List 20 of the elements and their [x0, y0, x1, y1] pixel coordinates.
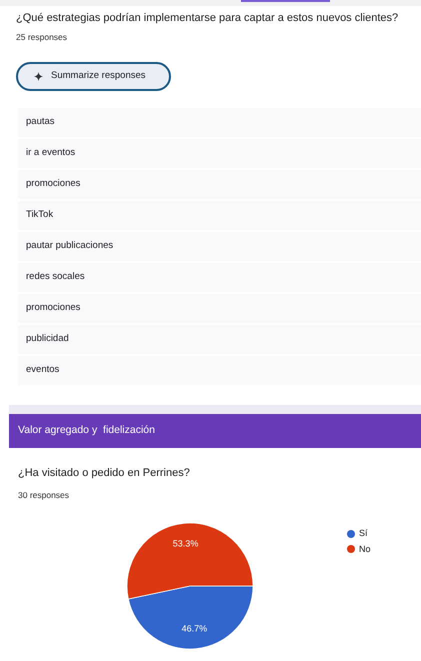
response-row: eventos — [18, 356, 421, 385]
response-row: redes socales — [18, 262, 421, 292]
response-count: 25 responses — [16, 31, 68, 44]
response-row: promociones — [18, 170, 421, 199]
section-header: Valor agregado y fidelización — [9, 414, 421, 448]
response-row: pautar publicaciones — [18, 232, 421, 261]
response-row: pautas — [18, 108, 421, 137]
response-count: 30 responses — [18, 489, 70, 502]
response-row: publicidad — [18, 324, 421, 354]
question-title: ¿Ha visitado o pedido en Perrines? — [18, 466, 191, 481]
legend-label: Sí — [359, 527, 368, 540]
slice-label: 53.3% — [172, 538, 198, 548]
response-row: ir a eventos — [18, 138, 421, 168]
slice-label: 46.7% — [182, 624, 208, 634]
response-row: TikTok — [18, 200, 421, 230]
response-row: promociones — [18, 294, 421, 323]
legend-label: No — [359, 542, 371, 556]
summarize-button[interactable]: Summarize responses — [16, 62, 171, 91]
question-title: ¿Qué estrategias podrían implementarse para captar a estos nuevos clientes? — [16, 11, 398, 26]
sparkle-icon — [34, 72, 43, 81]
